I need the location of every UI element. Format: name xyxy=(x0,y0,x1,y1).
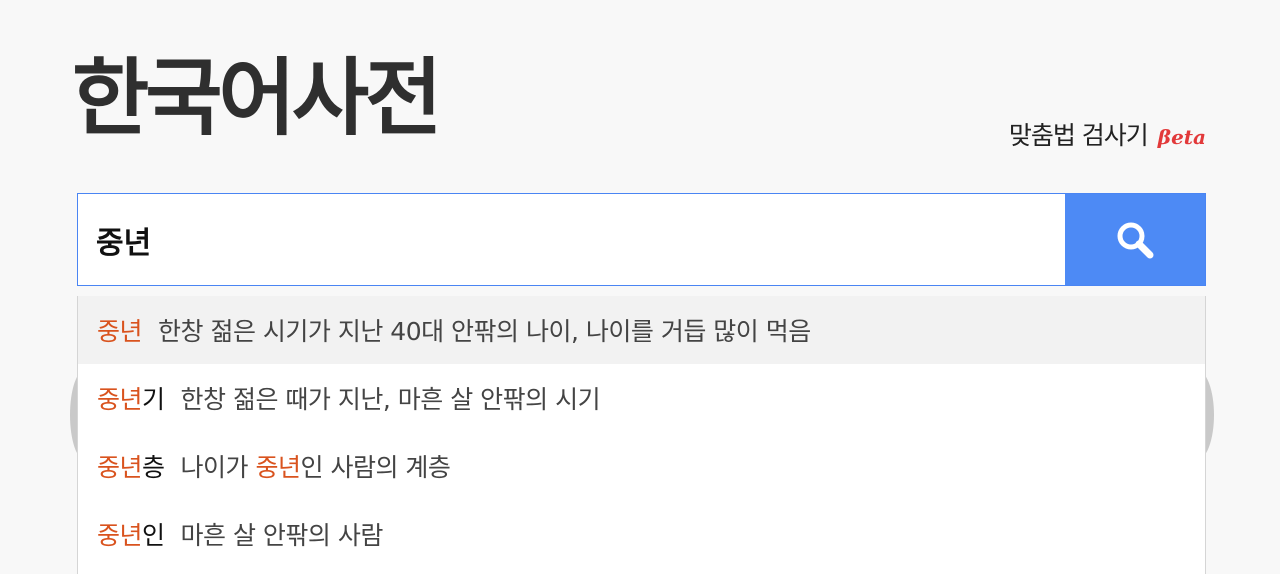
suggestion-match: 중년 xyxy=(97,521,143,550)
suggestion-match: 중년 xyxy=(97,453,143,482)
suggestion-word-rest: 기 xyxy=(142,385,165,414)
suggestion-item[interactable]: 중년 한창 젊은 시기가 지난 40대 안팎의 나이, 나이를 거듭 많이 먹음 xyxy=(78,296,1205,364)
suggestion-definition: 한창 젊은 때가 지난, 마흔 살 안팎의 시기 xyxy=(180,385,601,414)
suggestion-item[interactable]: 중년 층 나이가 중년인 사람의 계층 xyxy=(78,432,1205,500)
spell-checker-link[interactable]: 맞춤법 검사기 βeta xyxy=(1009,116,1206,152)
beta-badge: βeta xyxy=(1157,125,1206,149)
search-icon xyxy=(1117,222,1154,258)
suggestion-definition: 나이가 중년인 사람의 계층 xyxy=(180,453,451,482)
suggestion-definition: 마흔 살 안팎의 사람 xyxy=(180,521,384,550)
search-input[interactable] xyxy=(78,194,1065,285)
suggestion-definition: 한창 젊은 시기가 지난 40대 안팎의 나이, 나이를 거듭 많이 먹음 xyxy=(158,317,811,346)
suggestion-item[interactable]: 중년 기 한창 젊은 때가 지난, 마흔 살 안팎의 시기 xyxy=(78,364,1205,432)
site-logo[interactable]: 한국어사전 xyxy=(72,56,442,140)
suggestion-match: 중년 xyxy=(97,385,143,414)
suggestion-word-rest: 인 xyxy=(142,521,165,550)
search-bar xyxy=(77,193,1206,286)
spell-checker-label: 맞춤법 검사기 xyxy=(1008,121,1149,150)
suggestion-match: 중년 xyxy=(97,317,143,346)
search-button[interactable] xyxy=(1065,194,1205,285)
autocomplete-dropdown: 중년 한창 젊은 시기가 지난 40대 안팎의 나이, 나이를 거듭 많이 먹음… xyxy=(77,296,1206,574)
suggestion-item[interactable]: 중년 인 마흔 살 안팎의 사람 xyxy=(78,500,1205,568)
suggestion-word-rest: 층 xyxy=(142,453,165,482)
